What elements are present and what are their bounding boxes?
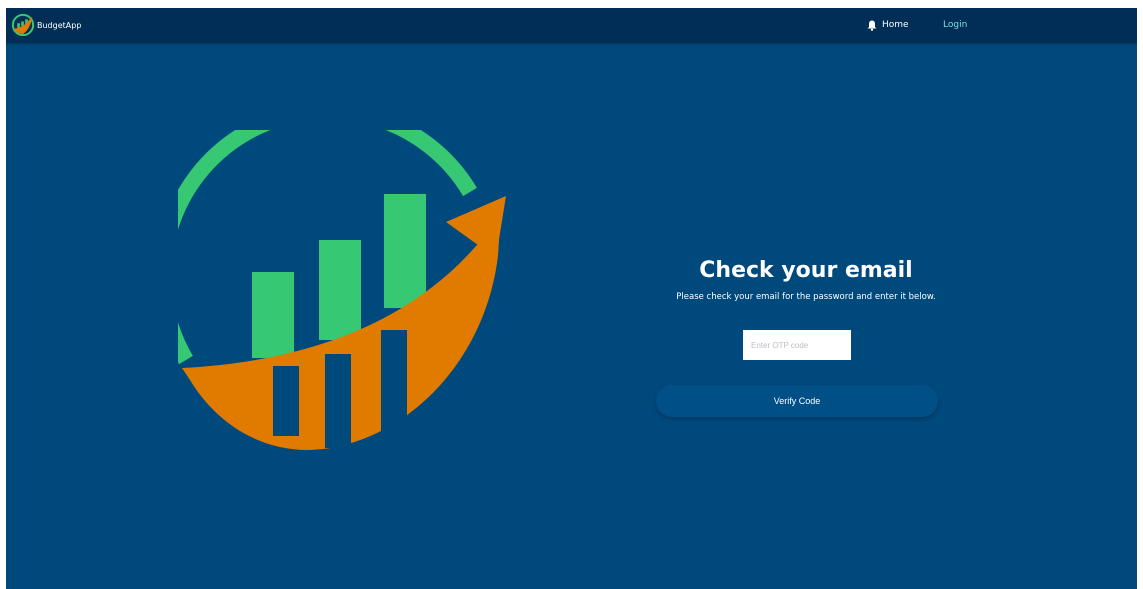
top-navbar: BudgetApp Home Login [6, 8, 1137, 43]
app-background: BudgetApp Home Login Check your email Pl… [6, 8, 1137, 589]
nav-home-label: Home [882, 20, 909, 30]
bell-icon [867, 20, 877, 31]
brand-link[interactable]: BudgetApp [12, 14, 81, 36]
verify-panel: Check your email Please check your email… [646, 256, 966, 303]
growth-chart-logo-icon [178, 130, 506, 450]
brand-name: BudgetApp [37, 20, 82, 30]
otp-code-input[interactable] [743, 330, 851, 360]
verify-instructions: Please check your email for the password… [676, 292, 936, 302]
nav-home-link[interactable]: Home [867, 18, 909, 32]
nav-login-link[interactable]: Login [943, 18, 967, 32]
verify-code-button[interactable]: Verify Code [656, 385, 938, 417]
chart-growth-icon [12, 14, 34, 36]
page-title: Check your email [699, 258, 913, 283]
